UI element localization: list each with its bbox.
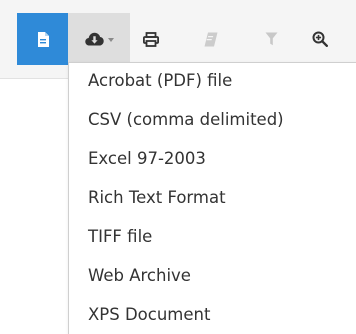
report-viewer: Acrobat (PDF) file CSV (comma delimited)…: [0, 0, 356, 334]
page-layout-icon: [204, 32, 218, 47]
print-button[interactable]: [135, 13, 167, 65]
menu-item-xps[interactable]: XPS Document: [69, 295, 356, 333]
cloud-download-icon: [84, 32, 104, 46]
filter-icon: [265, 32, 278, 46]
report-page-area: [0, 79, 68, 334]
zoom-button[interactable]: [302, 13, 338, 65]
menu-item-excel[interactable]: Excel 97-2003: [69, 139, 356, 177]
zoom-in-icon: [312, 31, 328, 47]
print-icon: [143, 31, 159, 47]
filter-button[interactable]: [255, 13, 287, 65]
export-dropdown-button[interactable]: [68, 13, 130, 65]
export-format-menu: Acrobat (PDF) file CSV (comma delimited)…: [68, 62, 356, 334]
menu-item-web-archive[interactable]: Web Archive: [69, 256, 356, 294]
menu-item-pdf[interactable]: Acrobat (PDF) file: [69, 61, 356, 99]
chevron-down-icon: [107, 38, 114, 42]
document-icon: [37, 31, 49, 47]
menu-item-tiff[interactable]: TIFF file: [69, 217, 356, 255]
print-layout-button[interactable]: [195, 13, 227, 65]
document-map-button[interactable]: [17, 13, 68, 65]
menu-item-csv[interactable]: CSV (comma delimited): [69, 100, 356, 138]
menu-item-rtf[interactable]: Rich Text Format: [69, 178, 356, 216]
